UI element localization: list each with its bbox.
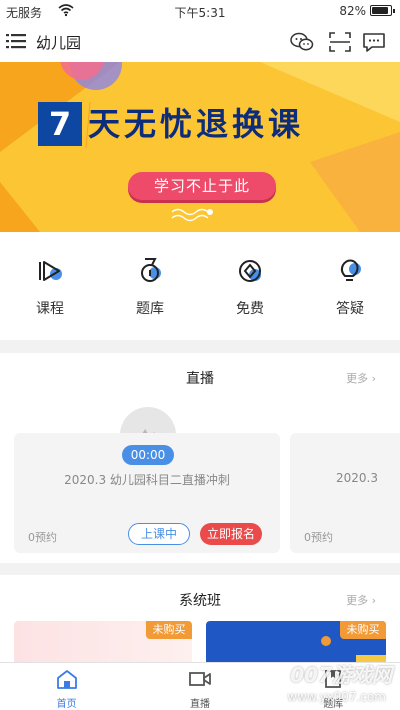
category-label: 课程 <box>36 301 64 317</box>
category-label: 答疑 <box>336 301 364 317</box>
status-bar: 无服务 下午5:31 82% <box>0 0 400 22</box>
video-icon <box>189 672 211 686</box>
scan-icon[interactable] <box>328 31 352 53</box>
page-title: 幼儿园 <box>36 34 82 52</box>
tab-live[interactable]: 直播 <box>133 663 266 710</box>
appointment-count: 0预约 <box>304 531 333 544</box>
coin-icon <box>239 260 261 282</box>
live-course-card[interactable]: 2020.3 0预约 <box>290 433 400 553</box>
category-question-bank[interactable]: 题库 <box>100 232 200 340</box>
wechat-icon[interactable] <box>290 31 314 53</box>
category-free[interactable]: 免费 <box>200 232 300 340</box>
medal-icon <box>141 258 161 282</box>
not-purchased-badge: 未购买 <box>146 621 192 639</box>
category-course[interactable]: 课程 <box>0 232 100 340</box>
bulb-icon <box>340 259 361 281</box>
watermark-text: 007游戏网 <box>290 663 392 687</box>
live-course-name: 2020.3 <box>336 471 378 485</box>
appointment-count: 0预约 <box>28 531 57 544</box>
banner-decoration <box>0 62 400 232</box>
live-course-name: 2020.3 幼儿园科目二直播冲刺 <box>64 473 230 487</box>
banner-headline-text: 天无忧退换课 <box>88 105 305 143</box>
tab-label: 首页 <box>56 699 77 710</box>
category-grid: 课程 题库 免费 答疑 <box>0 232 400 340</box>
tab-home[interactable]: 首页 <box>0 663 133 710</box>
battery-percent: 82% <box>339 4 366 18</box>
banner-slogan: 学习不止于此 <box>128 172 276 200</box>
banner-headline: 7 天无忧退换课 <box>38 102 304 146</box>
promo-banner[interactable]: 7 天无忧退换课 学习不止于此 <box>0 62 400 232</box>
more-link[interactable]: 更多 › <box>346 592 376 608</box>
live-timer: 00:00 <box>122 445 174 465</box>
watermark-url: www.yx007.com <box>287 690 386 704</box>
battery-icon <box>370 5 395 16</box>
category-label: 免费 <box>236 301 264 317</box>
more-link[interactable]: 更多 › <box>346 370 376 386</box>
section-title: 系统班 <box>179 593 221 609</box>
menu-icon[interactable] <box>6 31 28 51</box>
play-icon <box>39 261 62 281</box>
top-nav-bar: 幼儿园 <box>0 22 400 62</box>
category-label: 题库 <box>136 301 164 317</box>
live-section: 直播 更多 › 2020.3 幼儿园科目二直播冲刺 0预约 上课中 立即报名 0… <box>0 353 400 563</box>
category-qa[interactable]: 答疑 <box>300 232 400 340</box>
signup-button[interactable]: 立即报名 <box>200 523 262 545</box>
section-title: 直播 <box>186 371 214 387</box>
banner-number: 7 <box>38 102 82 146</box>
home-icon <box>56 670 77 689</box>
message-icon[interactable] <box>362 31 386 53</box>
not-purchased-badge: 未购买 <box>340 621 386 639</box>
in-class-button[interactable]: 上课中 <box>128 523 190 545</box>
tab-label: 直播 <box>189 699 210 710</box>
